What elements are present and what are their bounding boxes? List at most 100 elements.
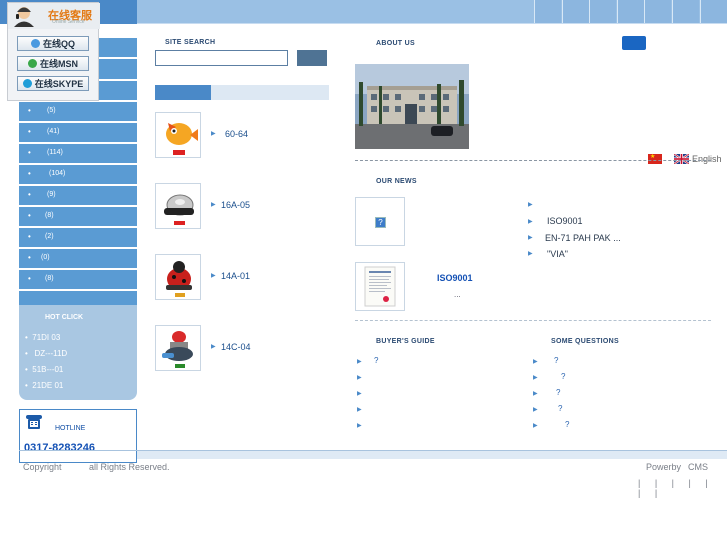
menu-item-count: (104) — [49, 170, 66, 177]
arrow-icon: ▶ — [357, 407, 362, 413]
bell-image — [164, 194, 194, 225]
english-flag-icon[interactable] — [674, 154, 689, 164]
chinese-flag-icon[interactable]: ★ — [648, 154, 662, 164]
menu-item[interactable]: • (2) — [19, 226, 137, 247]
product-name[interactable]: 16A-05 — [221, 200, 250, 210]
building-image — [355, 64, 469, 149]
arrow-icon: ▶ — [357, 391, 362, 397]
hotline-label: HOTLINE — [55, 425, 86, 432]
search-input[interactable] — [155, 50, 288, 66]
online-msn-button[interactable]: 在线MSN — [17, 56, 89, 71]
top-nav-tab[interactable] — [644, 0, 671, 24]
top-nav-tab[interactable] — [672, 0, 699, 24]
menu-item[interactable]: • (104) — [19, 163, 137, 184]
site-search-title: SITE SEARCH — [165, 39, 216, 46]
featured-news-more[interactable]: ... — [454, 290, 461, 299]
online-msn-label: 在线MSN — [40, 59, 78, 69]
hot-click-title: HOT CLICK — [45, 314, 84, 321]
menu-item-count: (9) — [47, 191, 56, 198]
footer-links[interactable]: | | | | | | | — [638, 478, 727, 498]
menu-item[interactable]: • (8) — [19, 268, 137, 289]
bullet-icon: • — [28, 169, 31, 178]
arrow-icon: ▶ — [528, 202, 533, 208]
question-item[interactable]: ? — [565, 420, 569, 429]
featured-news-title[interactable]: ISO9001 — [437, 273, 473, 283]
menu-item-count: (8) — [45, 212, 54, 219]
product-name[interactable]: 14C-04 — [221, 342, 251, 352]
top-nav-tab[interactable] — [534, 0, 561, 24]
online-service-panel: 在线客服 Online Service 在线QQ 在线MSN 在线SKYPE — [7, 2, 100, 101]
powerby-text: Powerby — [646, 462, 682, 472]
arrow-icon: ▶ — [533, 375, 538, 381]
some-questions-title: SOME QUESTIONS — [551, 338, 619, 345]
arrow-icon: ▶ — [357, 375, 362, 381]
question-item[interactable]: ? — [556, 388, 560, 397]
arrow-icon: ▶ — [211, 131, 216, 137]
uk-flag-graphic — [674, 154, 689, 164]
arrow-icon: ▶ — [533, 407, 538, 413]
fish-bell-image — [166, 123, 198, 155]
menu-item-count: (114) — [47, 149, 63, 156]
english-language-link[interactable]: English — [692, 154, 722, 164]
question-item[interactable]: ? — [561, 372, 565, 381]
menu-item[interactable]: • (41) — [19, 121, 137, 142]
divider — [355, 320, 711, 321]
arrow-icon: ▶ — [211, 273, 216, 279]
bullet-icon: • — [28, 232, 31, 241]
product-thumbnail[interactable] — [155, 112, 201, 158]
question-item[interactable]: ? — [558, 404, 562, 413]
arrow-icon: ▶ — [533, 391, 538, 397]
divider — [355, 160, 711, 161]
search-button[interactable] — [297, 50, 327, 66]
about-more-button[interactable] — [622, 36, 646, 50]
online-qq-button[interactable]: 在线QQ — [17, 36, 89, 51]
menu-item[interactable]: • (9) — [19, 184, 137, 205]
bullet-icon: • — [28, 127, 31, 136]
news-item[interactable]: EN-71 PAH PAK ... — [545, 233, 621, 243]
product-name[interactable]: 60-64 — [225, 129, 248, 139]
our-news-title: OUR NEWS — [376, 178, 417, 185]
arrow-icon: ▶ — [533, 359, 538, 365]
hot-click-item[interactable]: • 21DE 01 — [25, 381, 63, 390]
arrow-icon: ▶ — [528, 251, 533, 257]
cms-link[interactable]: CMS — [688, 462, 708, 472]
online-skype-label: 在线SKYPE — [34, 79, 84, 89]
msn-icon — [28, 59, 37, 68]
question-item[interactable]: ? — [554, 356, 558, 365]
news-thumbnail[interactable] — [355, 262, 405, 311]
news-item[interactable]: ISO9001 — [547, 216, 583, 226]
news-thumbnail[interactable]: ? — [355, 197, 405, 246]
news-item[interactable]: "VIA" — [547, 249, 568, 259]
hot-click-item[interactable]: • 71DI 03 — [25, 333, 60, 342]
hot-click-item[interactable]: • DZ---11D — [25, 349, 67, 358]
dome-bell-image — [162, 331, 193, 368]
bullet-icon: • — [28, 274, 31, 283]
menu-item[interactable] — [19, 289, 137, 306]
menu-item[interactable]: • (8) — [19, 205, 137, 226]
top-nav-tab[interactable] — [562, 0, 589, 24]
service-subtitle: Online Service — [52, 19, 85, 25]
hot-click-item[interactable]: • 51B---01 — [25, 365, 63, 374]
online-skype-button[interactable]: 在线SKYPE — [17, 76, 89, 91]
bullet-icon: • — [28, 148, 31, 157]
menu-item[interactable]: • (114) — [19, 142, 137, 163]
product-name[interactable]: 14A-01 — [221, 271, 250, 281]
menu-item[interactable]: • (0) — [19, 247, 137, 268]
product-thumbnail[interactable] — [155, 183, 201, 229]
service-header: 在线客服 Online Service — [8, 3, 100, 29]
menu-item[interactable]: • (5) — [19, 100, 137, 121]
top-nav-tab[interactable] — [589, 0, 616, 24]
rights-text: all Rights Reserved. — [89, 462, 170, 472]
company-building-photo — [355, 64, 469, 149]
top-nav-tab[interactable] — [700, 0, 727, 24]
hotline-box: HOTLINE 0317-8283246 — [19, 409, 137, 463]
products-tab-active[interactable] — [155, 85, 211, 100]
menu-item-count: (2) — [45, 233, 54, 240]
product-thumbnail[interactable] — [155, 254, 201, 300]
buyers-guide-title: BUYER'S GUIDE — [376, 338, 435, 345]
arrow-icon: ▶ — [533, 423, 538, 429]
top-nav-tab[interactable] — [617, 0, 644, 24]
guide-item[interactable]: ? — [374, 356, 378, 365]
product-thumbnail[interactable] — [155, 325, 201, 371]
arrow-icon: ▶ — [211, 344, 216, 350]
